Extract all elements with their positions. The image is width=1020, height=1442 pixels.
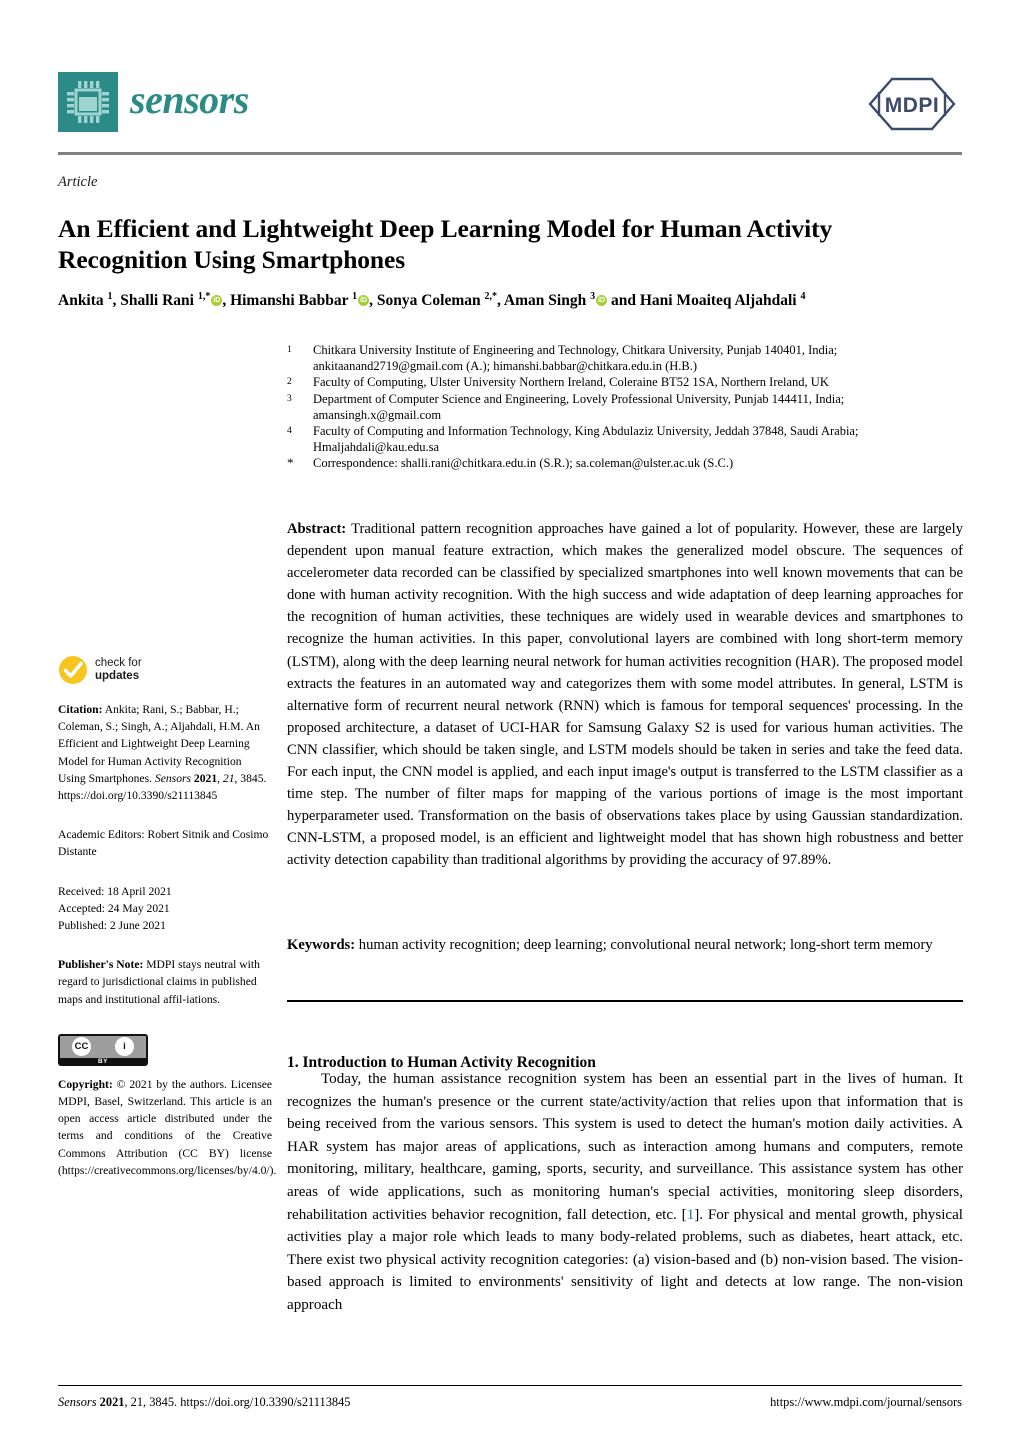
abstract-block: Abstract: Traditional pattern recognitio…: [287, 518, 963, 872]
intro-text-part1: Today, the human assistance recognition …: [287, 1071, 963, 1223]
affiliation-text: Department of Computer Science and Engin…: [313, 391, 845, 422]
footer-journal-url[interactable]: https://www.mdpi.com/journal/sensors: [770, 1395, 962, 1410]
check-for-updates-badge[interactable]: check for updates: [58, 655, 272, 685]
author-aman-singh: Aman Singh 3: [503, 291, 596, 310]
footer-divider: [58, 1385, 962, 1387]
citation-journal: Sensors: [154, 771, 192, 785]
affiliation-text: Faculty of Computing, Ulster University …: [313, 375, 829, 390]
affiliation-marker: 4: [287, 426, 292, 437]
affiliation-text: Faculty of Computing and Information Tec…: [313, 424, 859, 455]
publishers-note-label: Publisher's Note:: [58, 958, 144, 972]
affiliation-list: 1 Chitkara University Institute of Engin…: [287, 342, 963, 472]
check-updates-line2: updates: [95, 670, 140, 682]
citation-volume: 21: [222, 771, 235, 785]
citation-year: 2021: [193, 771, 218, 785]
correspondence-marker: *: [287, 455, 294, 471]
page-title: An Efficient and Lightweight Deep Learni…: [58, 214, 833, 275]
microchip-icon: [58, 72, 118, 132]
citation-doi[interactable]: https://doi.org/10.3390/s21113845: [58, 789, 217, 802]
citation-block: Citation: Ankita; Rani, S.; Babbar, H.; …: [58, 703, 267, 803]
check-updates-line1: check for: [95, 657, 142, 669]
footer-year: 2021: [99, 1395, 125, 1409]
author-sonya-coleman: Sonya Coleman 2,*: [376, 291, 498, 310]
affiliation-marker: 1: [287, 345, 292, 355]
affiliation-item: 1 Chitkara University Institute of Engin…: [287, 342, 963, 374]
page-footer: Sensors 2021, 21, 3845. https://doi.org/…: [58, 1395, 962, 1410]
orcid-icon[interactable]: iD: [358, 295, 370, 307]
author-shalli-rani: Shalli Rani 1,*: [120, 291, 211, 310]
keywords-label: Keywords:: [287, 937, 356, 953]
affiliation-marker: 2: [287, 377, 292, 388]
cc-by-label: BY: [97, 1057, 109, 1065]
author-list: Ankita 1, Shalli Rani 1,* iD, Himanshi Ba…: [58, 291, 806, 310]
keywords-block: Keywords: human activity recognition; de…: [287, 934, 963, 956]
svg-text:MDPI: MDPI: [885, 94, 940, 117]
mdpi-logo: MDPI: [862, 76, 962, 132]
copyright-label: Copyright:: [58, 1077, 113, 1091]
sidebar: check for updates Citation: Ankita; Rani…: [58, 655, 276, 1179]
checkmark-circle-icon: [59, 656, 87, 684]
author-ankita: Ankita 1: [58, 291, 113, 310]
cc-badge-inner: CC i: [60, 1035, 146, 1058]
orcid-icon[interactable]: iD: [596, 295, 608, 307]
article-type-label: Article: [58, 174, 98, 190]
paper-page: sensors MDPI Article An Efficient and Li…: [0, 0, 1020, 1442]
publishers-note: Publisher's Note: MDPI stays neutral wit…: [58, 956, 272, 1008]
footer-citation: Sensors 2021, 21, 3845. https://doi.org/…: [58, 1395, 350, 1410]
date-published: Published: 2 June 2021: [58, 919, 166, 933]
date-received: Received: 18 April 2021: [58, 884, 172, 898]
correspondence-item: * Correspondence: shalli.rani@chitkara.e…: [287, 455, 963, 471]
header-divider: [58, 152, 962, 155]
footer-journal: Sensors: [58, 1395, 97, 1409]
affiliation-marker: 3: [287, 393, 292, 404]
cc-logo-icon: CC: [72, 1037, 91, 1057]
introduction-paragraph: Today, the human assistance recognition …: [287, 1068, 963, 1317]
creative-commons-badge[interactable]: CC i BY: [58, 1033, 148, 1066]
copyright-text: © 2021 by the authors. Licensee MDPI, Ba…: [58, 1077, 277, 1177]
section-divider: [287, 1000, 963, 1002]
masthead: sensors MDPI: [58, 72, 962, 146]
journal-title: sensors: [130, 77, 249, 122]
affiliation-item: 4 Faculty of Computing and Information T…: [287, 423, 963, 455]
keywords-text: human activity recognition; deep learnin…: [358, 937, 933, 953]
check-for-updates-text: check for updates: [95, 657, 142, 683]
author-himanshi-babbar: Himanshi Babbar 1: [230, 291, 358, 310]
orcid-icon[interactable]: iD: [211, 295, 223, 307]
affiliation-item: 2 Faculty of Computing, Ulster Universit…: [287, 374, 963, 390]
abstract-label: Abstract:: [287, 521, 347, 537]
affiliation-item: 3 Department of Computer Science and Eng…: [287, 391, 963, 423]
academic-editors: Academic Editors: Robert Sitnik and Cosi…: [58, 828, 269, 859]
citation-article-number: 3845: [240, 771, 264, 785]
date-accepted: Accepted: 24 May 2021: [58, 901, 170, 915]
footer-citation-rest: , 21, 3845. https://doi.org/10.3390/s211…: [124, 1395, 351, 1409]
author-hani-aljahdali: Hani Moaiteq Aljahdali 4: [639, 291, 806, 310]
abstract-text: Traditional pattern recognition approach…: [287, 521, 963, 869]
journal-brand: sensors: [58, 72, 249, 132]
cc-attribution-person-icon: i: [115, 1037, 134, 1057]
copyright-block: Copyright: © 2021 by the authors. Licens…: [58, 1076, 276, 1179]
correspondence-text: Correspondence: shalli.rani@chitkara.edu…: [313, 456, 734, 471]
affiliation-text: Chitkara University Institute of Enginee…: [313, 343, 838, 374]
citation-label: Citation:: [58, 703, 103, 716]
